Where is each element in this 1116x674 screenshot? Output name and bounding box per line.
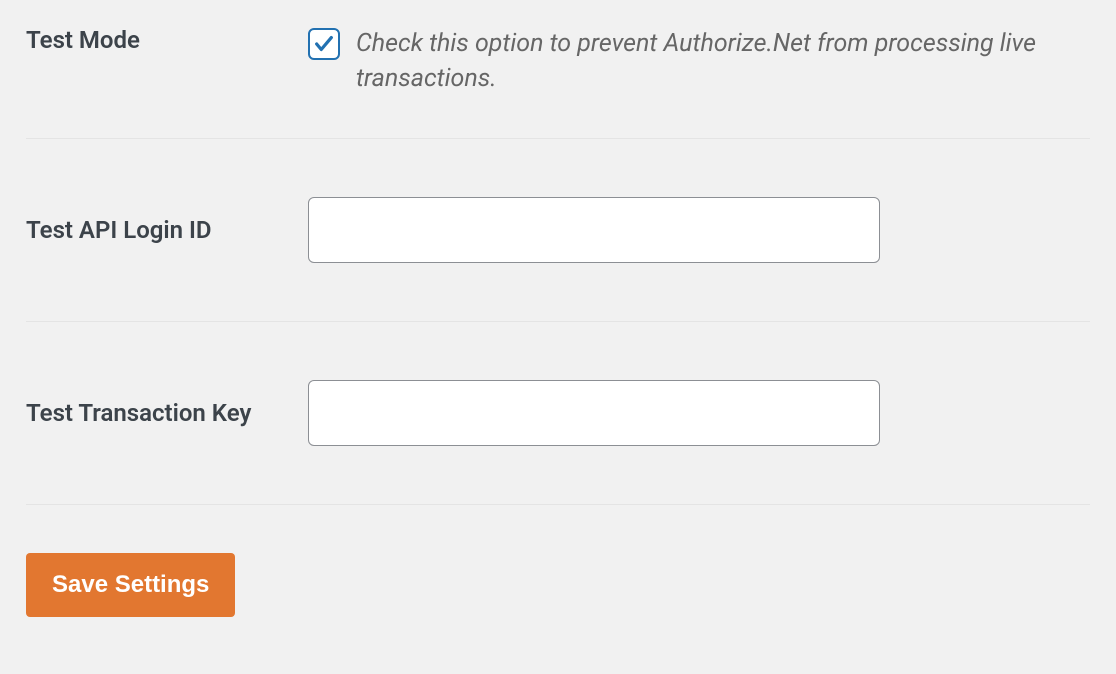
test-mode-checkbox[interactable]: [308, 28, 340, 60]
setting-row-test-mode: Test Mode Check this option to prevent A…: [26, 0, 1090, 139]
transaction-key-input[interactable]: [308, 380, 880, 446]
transaction-key-label: Test Transaction Key: [26, 399, 308, 427]
test-mode-checkbox-wrap: Check this option to prevent Authorize.N…: [308, 26, 1090, 96]
test-mode-label: Test Mode: [26, 26, 308, 54]
button-row: Save Settings: [26, 505, 1090, 665]
settings-form: Test Mode Check this option to prevent A…: [0, 0, 1116, 665]
setting-row-api-login-id: Test API Login ID: [26, 139, 1090, 322]
test-mode-control: Check this option to prevent Authorize.N…: [308, 26, 1090, 96]
api-login-id-control: [308, 197, 1090, 263]
setting-row-transaction-key: Test Transaction Key: [26, 322, 1090, 505]
checkmark-icon: [313, 33, 335, 55]
api-login-id-input[interactable]: [308, 197, 880, 263]
test-mode-description: Check this option to prevent Authorize.N…: [356, 26, 1090, 96]
save-button[interactable]: Save Settings: [26, 553, 235, 617]
transaction-key-control: [308, 380, 1090, 446]
api-login-id-label: Test API Login ID: [26, 216, 308, 244]
